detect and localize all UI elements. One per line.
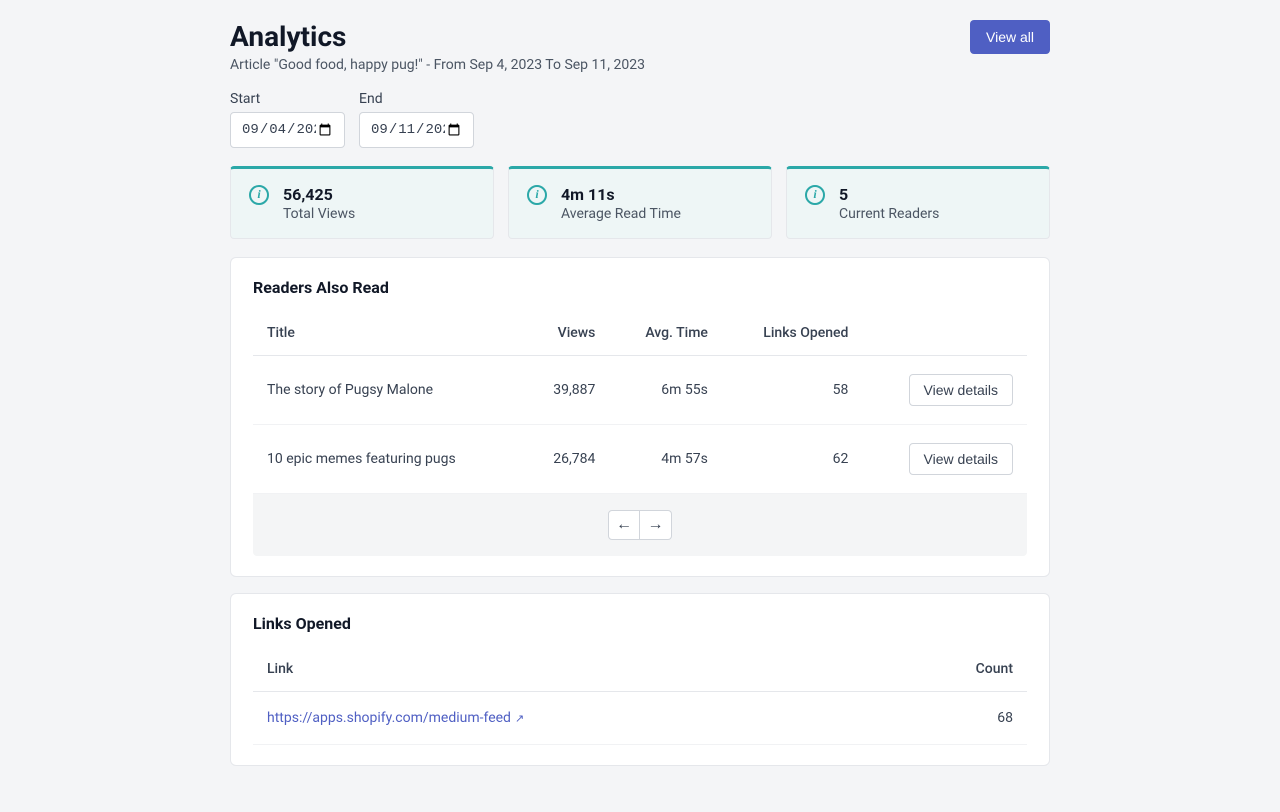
end-label: End xyxy=(359,91,474,107)
arrow-left-icon: ← xyxy=(616,516,632,534)
col-link: Link xyxy=(253,651,883,692)
col-title: Title xyxy=(253,315,522,356)
col-links: Links Opened xyxy=(722,315,863,356)
view-details-button[interactable]: View details xyxy=(909,374,1013,406)
table-row: 10 epic memes featuring pugs 26,784 4m 5… xyxy=(253,425,1027,494)
stats-row: i 56,425 Total Views i 4m 11s Average Re… xyxy=(230,166,1050,239)
stat-label: Average Read Time xyxy=(561,206,681,222)
pagination: ← → xyxy=(253,494,1027,556)
page-title: Analytics xyxy=(230,20,645,53)
start-date-input[interactable] xyxy=(230,112,345,148)
stat-card-avg-time: i 4m 11s Average Read Time xyxy=(508,166,772,239)
cell-title: The story of Pugsy Malone xyxy=(253,356,522,425)
table-row: https://apps.shopify.com/medium-feed↗ 68 xyxy=(253,692,1027,745)
prev-page-button[interactable]: ← xyxy=(608,510,640,540)
cell-count: 68 xyxy=(883,692,1027,745)
stat-card-readers: i 5 Current Readers xyxy=(786,166,1050,239)
readers-card: Readers Also Read Title Views Avg. Time … xyxy=(230,257,1050,577)
stat-value: 56,425 xyxy=(283,185,355,204)
cell-avg: 4m 57s xyxy=(609,425,722,494)
readers-table: Title Views Avg. Time Links Opened The s… xyxy=(253,315,1027,494)
page-subtitle: Article "Good food, happy pug!" - From S… xyxy=(230,57,645,73)
view-details-button[interactable]: View details xyxy=(909,443,1013,475)
stat-value: 4m 11s xyxy=(561,185,681,204)
stat-card-views: i 56,425 Total Views xyxy=(230,166,494,239)
cell-links: 62 xyxy=(722,425,863,494)
card-title: Readers Also Read xyxy=(253,278,1027,297)
links-card: Links Opened Link Count https://apps.sho… xyxy=(230,593,1050,766)
cell-links: 58 xyxy=(722,356,863,425)
arrow-right-icon: → xyxy=(648,516,664,534)
next-page-button[interactable]: → xyxy=(640,510,672,540)
card-title: Links Opened xyxy=(253,614,1027,633)
col-count: Count xyxy=(883,651,1027,692)
external-link-icon: ↗ xyxy=(515,712,524,725)
start-label: Start xyxy=(230,91,345,107)
date-controls: Start End xyxy=(230,91,1050,148)
links-table: Link Count https://apps.shopify.com/medi… xyxy=(253,651,1027,745)
col-views: Views xyxy=(522,315,609,356)
col-avg: Avg. Time xyxy=(609,315,722,356)
info-icon: i xyxy=(527,185,547,205)
info-icon: i xyxy=(805,185,825,205)
end-date-input[interactable] xyxy=(359,112,474,148)
stat-label: Total Views xyxy=(283,206,355,222)
cell-views: 39,887 xyxy=(522,356,609,425)
info-icon: i xyxy=(249,185,269,205)
view-all-button[interactable]: View all xyxy=(970,20,1050,54)
table-row: The story of Pugsy Malone 39,887 6m 55s … xyxy=(253,356,1027,425)
stat-label: Current Readers xyxy=(839,206,939,222)
cell-views: 26,784 xyxy=(522,425,609,494)
page-header: Analytics Article "Good food, happy pug!… xyxy=(230,20,1050,73)
external-link[interactable]: https://apps.shopify.com/medium-feed↗ xyxy=(267,710,524,726)
stat-value: 5 xyxy=(839,185,939,204)
cell-title: 10 epic memes featuring pugs xyxy=(253,425,522,494)
cell-avg: 6m 55s xyxy=(609,356,722,425)
